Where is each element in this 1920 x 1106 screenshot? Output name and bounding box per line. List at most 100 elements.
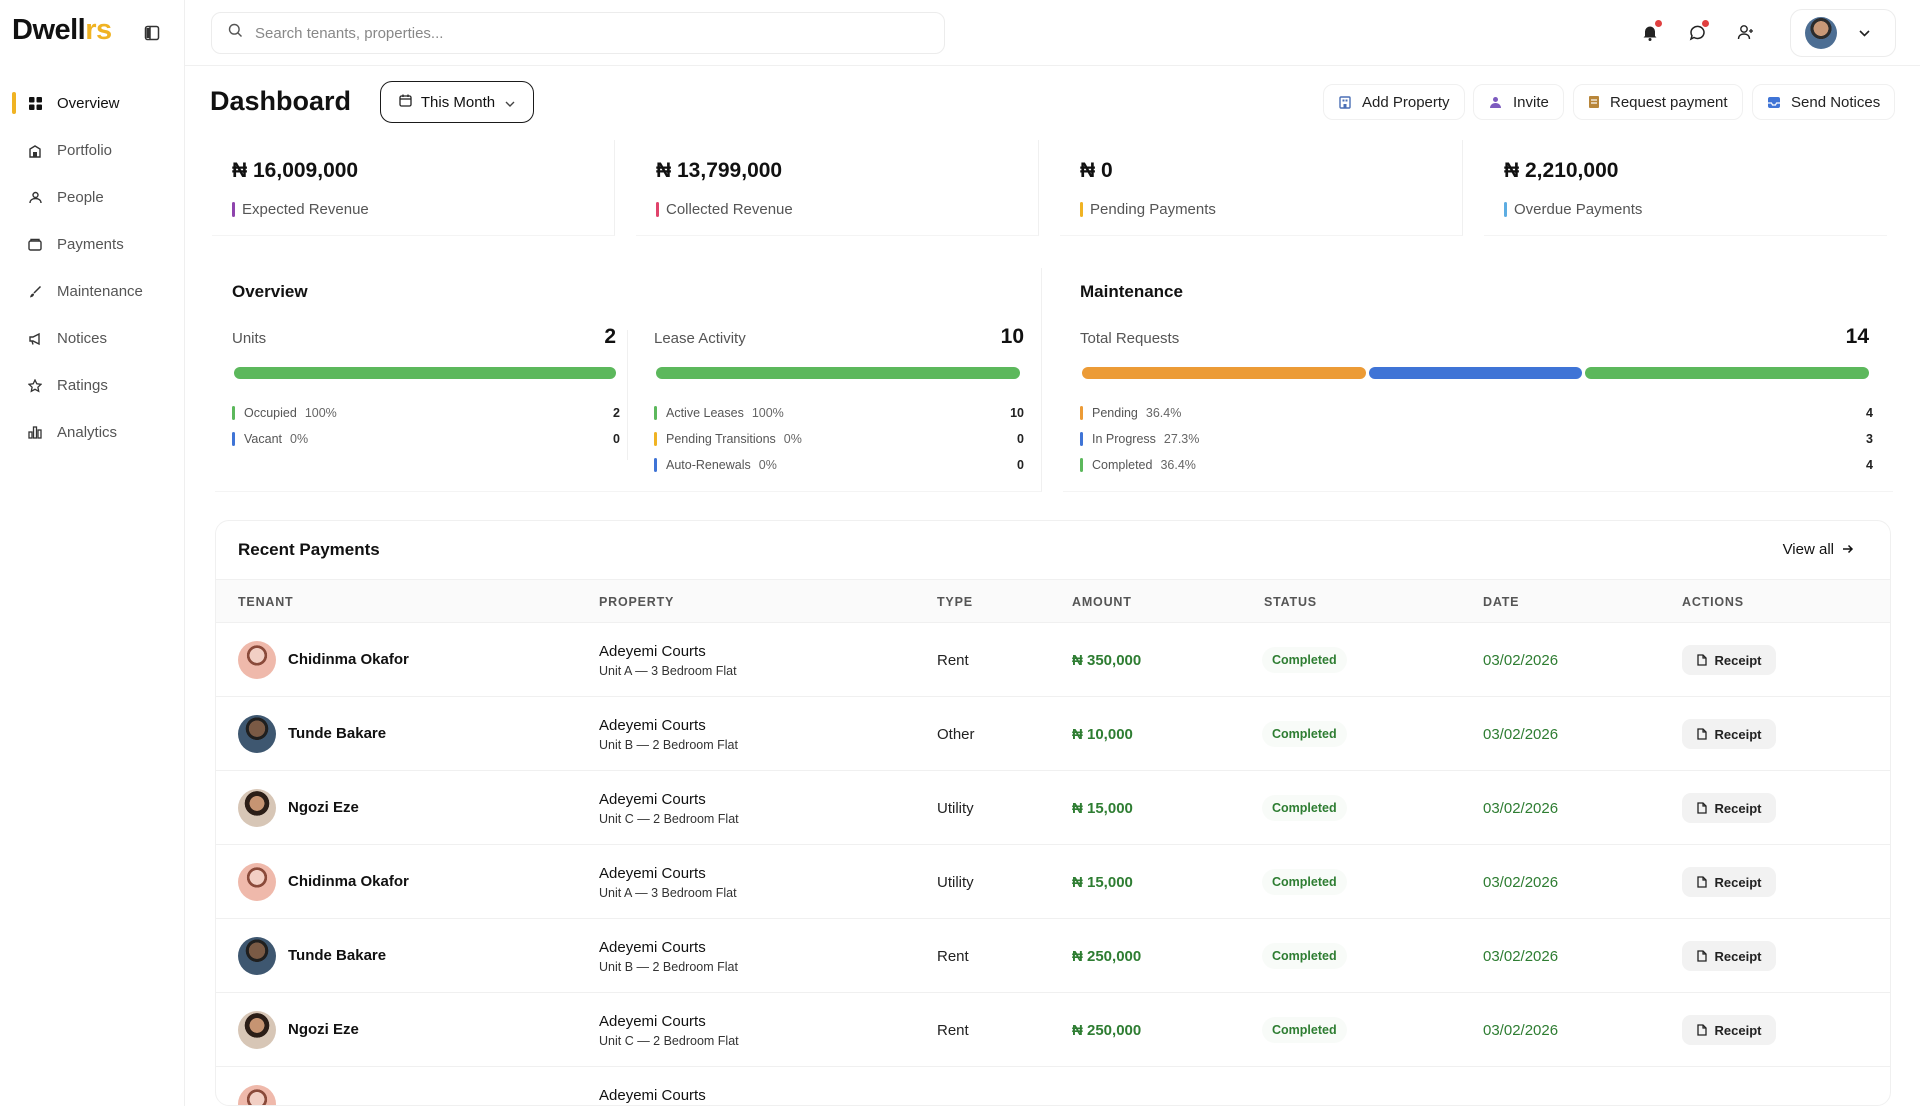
- sidebar-item-maintenance[interactable]: Maintenance: [0, 268, 185, 315]
- payment-type: Rent: [937, 948, 969, 965]
- sidebar-nav: Overview Portfolio People Payments Maint…: [0, 80, 185, 456]
- table-row[interactable]: Adeyemi Courts: [216, 1067, 1890, 1105]
- request-payment-button[interactable]: Request payment: [1573, 84, 1743, 120]
- column-header-date[interactable]: DATE: [1483, 595, 1519, 609]
- invite-button[interactable]: Invite: [1473, 84, 1564, 120]
- user-add-icon[interactable]: [1735, 22, 1755, 42]
- table-row[interactable]: Chidinma Okafor Adeyemi Courts Unit A — …: [216, 623, 1890, 697]
- tenant-name[interactable]: Tunde Bakare: [288, 947, 386, 964]
- search-input[interactable]: [255, 24, 855, 42]
- column-header-actions[interactable]: ACTIONS: [1682, 595, 1744, 609]
- sidebar-toggle-icon[interactable]: [144, 25, 162, 43]
- units-label: Units: [232, 330, 267, 347]
- legend-completed: Completed 36.4% 4: [1080, 458, 1873, 484]
- sidebar-item-analytics[interactable]: Analytics: [0, 409, 185, 456]
- brand-name-accent: rs: [85, 14, 112, 46]
- lease-legend: Active Leases 100% 10 Pending Transitions 0…: [654, 406, 1024, 484]
- payment-amount: ₦ 15,000: [1072, 874, 1133, 891]
- period-select[interactable]: This Month: [380, 81, 534, 123]
- sidebar-item-label: Maintenance: [57, 283, 143, 300]
- payment-amount: ₦ 15,000: [1072, 800, 1133, 817]
- maintenance-legend: Pending 36.4% 4 In Progress 27.3% 3 Complete…: [1080, 406, 1873, 484]
- profile-menu[interactable]: [1790, 9, 1896, 57]
- receipt-label: Receipt: [1714, 874, 1762, 890]
- sidebar-item-payments[interactable]: Payments: [0, 221, 185, 268]
- send-notices-button[interactable]: Send Notices: [1752, 84, 1896, 120]
- property-name: Adeyemi Courts: [599, 1013, 706, 1030]
- receipt-button[interactable]: Receipt: [1682, 1015, 1776, 1045]
- units-bar-occupied: [234, 367, 616, 379]
- receipt-button[interactable]: Receipt: [1682, 793, 1776, 823]
- stat-card-pending-payments: ₦ 0 Pending Payments: [1060, 140, 1463, 236]
- sidebar-item-people[interactable]: People: [0, 174, 185, 221]
- property-name: Adeyemi Courts: [599, 717, 706, 734]
- inbox-icon: [1767, 96, 1781, 109]
- payment-amount: ₦ 250,000: [1072, 948, 1142, 965]
- stat-label: Collected Revenue: [656, 201, 793, 218]
- column-header-property[interactable]: PROPERTY: [599, 595, 674, 609]
- sidebar-item-ratings[interactable]: Ratings: [0, 362, 185, 409]
- legend-pending: Pending 36.4% 4: [1080, 406, 1873, 432]
- maintenance-panel: Maintenance Total Requests 14 Pending 36.…: [1063, 268, 1893, 492]
- payment-type: Rent: [937, 652, 969, 669]
- avatar: [238, 937, 276, 975]
- brand-logo[interactable]: Dwellrs: [12, 14, 112, 47]
- tenant-name[interactable]: Chidinma Okafor: [288, 873, 409, 890]
- tenant-name[interactable]: Tunde Bakare: [288, 725, 386, 742]
- receipt-button[interactable]: Receipt: [1682, 867, 1776, 897]
- stat-label: Pending Payments: [1080, 201, 1216, 218]
- sidebar-item-overview[interactable]: Overview: [0, 80, 185, 127]
- column-header-type[interactable]: TYPE: [937, 595, 973, 609]
- receipt-button[interactable]: Receipt: [1682, 645, 1776, 675]
- payment-type: Utility: [937, 800, 974, 817]
- column-header-tenant[interactable]: TENANT: [238, 595, 294, 609]
- legend-label: Pending: [1092, 406, 1138, 420]
- sidebar-item-label: People: [57, 189, 104, 206]
- receipt-button[interactable]: Receipt: [1682, 941, 1776, 971]
- legend-auto-renewals: Auto-Renewals 0% 0: [654, 458, 1024, 484]
- tenant-name[interactable]: Chidinma Okafor: [288, 651, 409, 668]
- document-icon: [1696, 1024, 1707, 1036]
- messages-icon[interactable]: [1687, 20, 1709, 42]
- notifications-bell-icon[interactable]: [1640, 20, 1662, 42]
- legend-active-leases: Active Leases 100% 10: [654, 406, 1024, 432]
- legend-percent: 100%: [304, 406, 337, 420]
- legend-count: 2: [613, 406, 620, 420]
- tenant-name[interactable]: Ngozi Eze: [288, 1021, 359, 1038]
- legend-percent: 0%: [758, 458, 777, 472]
- sidebar-item-portfolio[interactable]: Portfolio: [0, 127, 185, 174]
- maintenance-bar-segment: [1585, 367, 1869, 379]
- stat-value: ₦ 0: [1080, 159, 1113, 182]
- table-row[interactable]: Chidinma Okafor Adeyemi Courts Unit A — …: [216, 845, 1890, 919]
- legend-count: 4: [1866, 458, 1873, 472]
- avatar: [1805, 17, 1837, 49]
- stat-value: ₦ 16,009,000: [232, 159, 359, 182]
- legend-percent: 36.4%: [1145, 406, 1182, 420]
- stat-label: Overdue Payments: [1504, 201, 1642, 218]
- payment-date: 03/02/2026: [1483, 652, 1559, 669]
- table-row[interactable]: Tunde Bakare Adeyemi Courts Unit B — 2 B…: [216, 919, 1890, 993]
- legend-label: Auto-Renewals: [666, 458, 751, 472]
- status-badge: Completed: [1262, 943, 1347, 969]
- search-box[interactable]: [211, 12, 945, 54]
- table-row[interactable]: Ngozi Eze Adeyemi Courts Unit C — 2 Bedr…: [216, 993, 1890, 1067]
- column-header-status[interactable]: STATUS: [1264, 595, 1317, 609]
- overview-panel: Overview Units 2 Occupied 100% 2 Vacant 0% 0…: [215, 268, 1042, 492]
- section-divider: [627, 330, 628, 460]
- period-label: This Month: [420, 93, 496, 111]
- add-property-button[interactable]: Add Property: [1323, 84, 1465, 120]
- legend-percent: 36.4%: [1160, 458, 1196, 472]
- column-header-amount[interactable]: AMOUNT: [1072, 595, 1132, 609]
- receipt-button[interactable]: Receipt: [1682, 719, 1776, 749]
- avatar: [238, 789, 276, 827]
- status-badge: Completed: [1262, 721, 1347, 747]
- table-row[interactable]: Ngozi Eze Adeyemi Courts Unit C — 2 Bedr…: [216, 771, 1890, 845]
- sidebar-item-notices[interactable]: Notices: [0, 315, 185, 362]
- legend-label: Completed: [1092, 458, 1153, 472]
- legend-percent: 100%: [751, 406, 784, 420]
- view-all-link[interactable]: View all: [1783, 541, 1854, 558]
- legend-count: 3: [1866, 432, 1873, 446]
- table-header: TENANT PROPERTY TYPE AMOUNT STATUS DATE …: [216, 579, 1890, 623]
- table-row[interactable]: Tunde Bakare Adeyemi Courts Unit B — 2 B…: [216, 697, 1890, 771]
- tenant-name[interactable]: Ngozi Eze: [288, 799, 359, 816]
